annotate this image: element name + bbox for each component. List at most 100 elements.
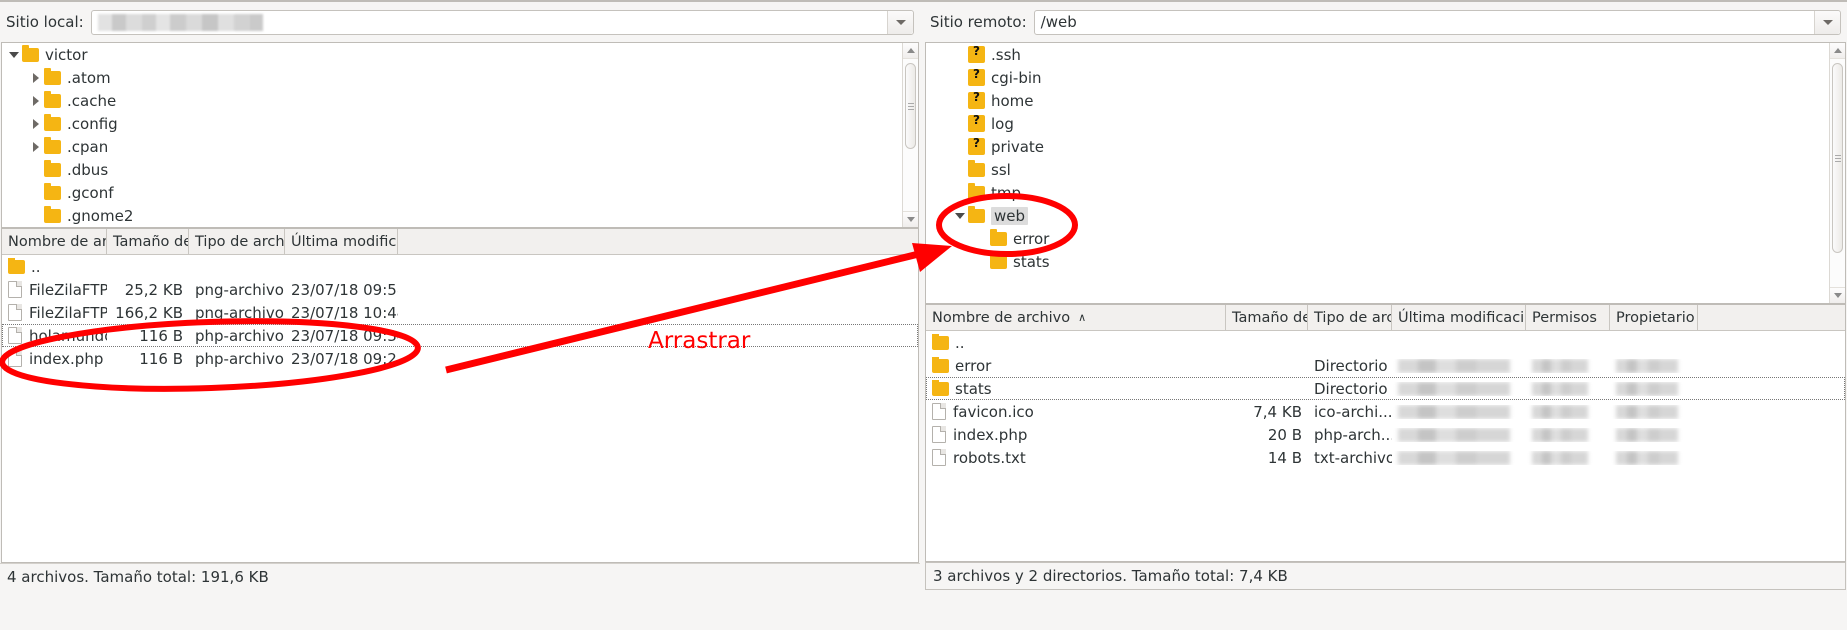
chevron-right-icon[interactable]: [28, 135, 44, 158]
tree-item[interactable]: victor: [2, 43, 902, 66]
table-row[interactable]: FileZilaFTP... 25,2 KB png-archivo 23/07/18…: [2, 278, 918, 301]
chevron-right-icon[interactable]: [28, 112, 44, 135]
file-name-cell: error: [926, 356, 1226, 375]
remote-file-list[interactable]: Nombre de archivo ∧ Tamaño de Tipo de arc Úl…: [925, 304, 1846, 562]
local-site-combo[interactable]: [90, 9, 914, 35]
column-header-label: Nombre de archi: [8, 233, 107, 250]
file-icon: [8, 281, 22, 298]
file-name: FileZilaFTP...: [29, 303, 107, 322]
column-header[interactable]: Última modificac: [285, 229, 398, 254]
type-cell: txt-archivo: [1314, 448, 1392, 467]
tree-item[interactable]: ssl: [926, 158, 1829, 181]
file-icon: [8, 304, 22, 321]
tree-item[interactable]: .ssh: [926, 43, 1829, 66]
tree-item[interactable]: private: [926, 135, 1829, 158]
folder-unknown-icon: [968, 112, 985, 132]
column-header[interactable]: Tipo de arc: [1308, 305, 1392, 330]
column-header[interactable]: Permisos: [1526, 305, 1610, 330]
column-header-label: Nombre de archivo: [932, 309, 1071, 326]
table-row[interactable]: holamundo... 116 B php-archivo 23/07/18 09:…: [2, 324, 918, 347]
tree-item[interactable]: cgi-bin: [926, 66, 1829, 89]
local-list-header[interactable]: Nombre de archi Tamaño de Tipo de archiv Úl…: [2, 229, 918, 255]
tree-item[interactable]: home: [926, 89, 1829, 112]
folder-icon: [932, 333, 949, 350]
owner-cell: [1610, 427, 1698, 442]
type-cell: Directorio: [1314, 356, 1388, 375]
chevron-down-icon[interactable]: [1814, 10, 1840, 34]
type-cell: Directorio: [1314, 379, 1388, 398]
column-header[interactable]: Tipo de archiv: [189, 229, 285, 254]
scrollbar-thumb[interactable]: [1832, 63, 1843, 253]
tree-item[interactable]: .gnome2: [2, 204, 902, 227]
folder-icon: [990, 251, 1007, 269]
size-cell: 116 B: [139, 326, 183, 345]
scroll-up-icon[interactable]: [903, 43, 918, 59]
table-row[interactable]: robots.txt 14 B txt-archivo: [926, 446, 1845, 469]
local-tree-scrollbar[interactable]: [902, 43, 918, 227]
chevron-right-icon[interactable]: [28, 89, 44, 112]
redacted-value: [1532, 450, 1588, 465]
tree-item[interactable]: error: [926, 227, 1829, 250]
column-header-filler: [1698, 305, 1845, 330]
tree-item[interactable]: .cache: [2, 89, 902, 112]
redacted-value: [1616, 404, 1678, 419]
chevron-down-icon[interactable]: [887, 10, 913, 34]
redacted-value: [1616, 381, 1678, 396]
remote-list-header[interactable]: Nombre de archivo ∧ Tamaño de Tipo de arc Úl…: [926, 305, 1845, 331]
tree-item[interactable]: stats: [926, 250, 1829, 273]
local-list-body[interactable]: .. FileZilaFTP... 25,2 KB png-archivo 23/07/…: [2, 255, 918, 370]
scrollbar-thumb[interactable]: [905, 63, 916, 149]
remote-tree-scrollbar[interactable]: [1829, 43, 1845, 303]
column-header[interactable]: Nombre de archivo ∧: [926, 305, 1226, 330]
table-row[interactable]: FileZilaFTP... 166,2 KB png-archivo 23/07/1…: [2, 301, 918, 324]
redacted-value: [1398, 427, 1510, 442]
file-name-cell: ..: [926, 333, 1226, 352]
column-header[interactable]: Nombre de archi: [2, 229, 107, 254]
size-cell: 116 B: [139, 349, 183, 368]
tree-item[interactable]: .gconf: [2, 181, 902, 204]
tree-item[interactable]: log: [926, 112, 1829, 135]
table-row[interactable]: error Directorio: [926, 354, 1845, 377]
table-row[interactable]: favicon.ico 7,4 KB ico-archi...: [926, 400, 1845, 423]
remote-site-combo[interactable]: /web: [1033, 9, 1841, 35]
local-file-list[interactable]: Nombre de archi Tamaño de Tipo de archiv Úl…: [1, 228, 919, 563]
chevron-down-icon[interactable]: [6, 43, 22, 66]
column-header[interactable]: Tamaño de: [1226, 305, 1308, 330]
tree-item-label: .atom: [67, 68, 111, 87]
table-row[interactable]: stats Directorio: [926, 377, 1845, 400]
local-directory-tree[interactable]: victor .atom .cache .config .cpan .dbus .gconf…: [1, 42, 919, 228]
scroll-up-icon[interactable]: [1830, 43, 1845, 59]
table-row[interactable]: index.php 116 B php-archivo 23/07/18 09:27.…: [2, 347, 918, 370]
column-header[interactable]: Propietario: [1610, 305, 1698, 330]
redacted-value: [1616, 450, 1678, 465]
tree-item-label: .gnome2: [67, 206, 134, 225]
chevron-right-icon[interactable]: [28, 66, 44, 89]
column-header-label: Tamaño de: [113, 233, 189, 250]
remote-list-body[interactable]: .. error Directorio stats Directorio favicon.…: [926, 331, 1845, 469]
table-row[interactable]: ..: [2, 255, 918, 278]
folder-icon: [44, 136, 61, 154]
table-row[interactable]: index.php 20 B php-arch...: [926, 423, 1845, 446]
scroll-down-icon[interactable]: [1830, 287, 1845, 303]
local-pane: Sitio local: victor .atom .cache .config .cp…: [0, 2, 920, 630]
chevron-down-icon[interactable]: [952, 204, 968, 227]
permissions-cell: [1526, 450, 1610, 465]
remote-directory-tree[interactable]: .ssh cgi-bin home log private ssl tmp web error s…: [925, 42, 1846, 304]
tree-item[interactable]: web: [926, 204, 1829, 227]
file-name-cell: ..: [2, 257, 107, 276]
tree-item[interactable]: tmp: [926, 181, 1829, 204]
column-header[interactable]: Tamaño de: [107, 229, 189, 254]
table-row[interactable]: ..: [926, 331, 1845, 354]
column-header[interactable]: Última modificación: [1392, 305, 1526, 330]
file-name: favicon.ico: [953, 402, 1034, 421]
file-name-cell: favicon.ico: [926, 403, 1226, 421]
file-name: stats: [955, 379, 992, 398]
tree-item[interactable]: .cpan: [2, 135, 902, 158]
scroll-down-icon[interactable]: [903, 211, 918, 227]
tree-item[interactable]: .dbus: [2, 158, 902, 181]
tree-item[interactable]: .atom: [2, 66, 902, 89]
redacted-value: [1398, 358, 1510, 373]
sort-ascending-icon: ∧: [1078, 311, 1087, 324]
tree-item[interactable]: .config: [2, 112, 902, 135]
